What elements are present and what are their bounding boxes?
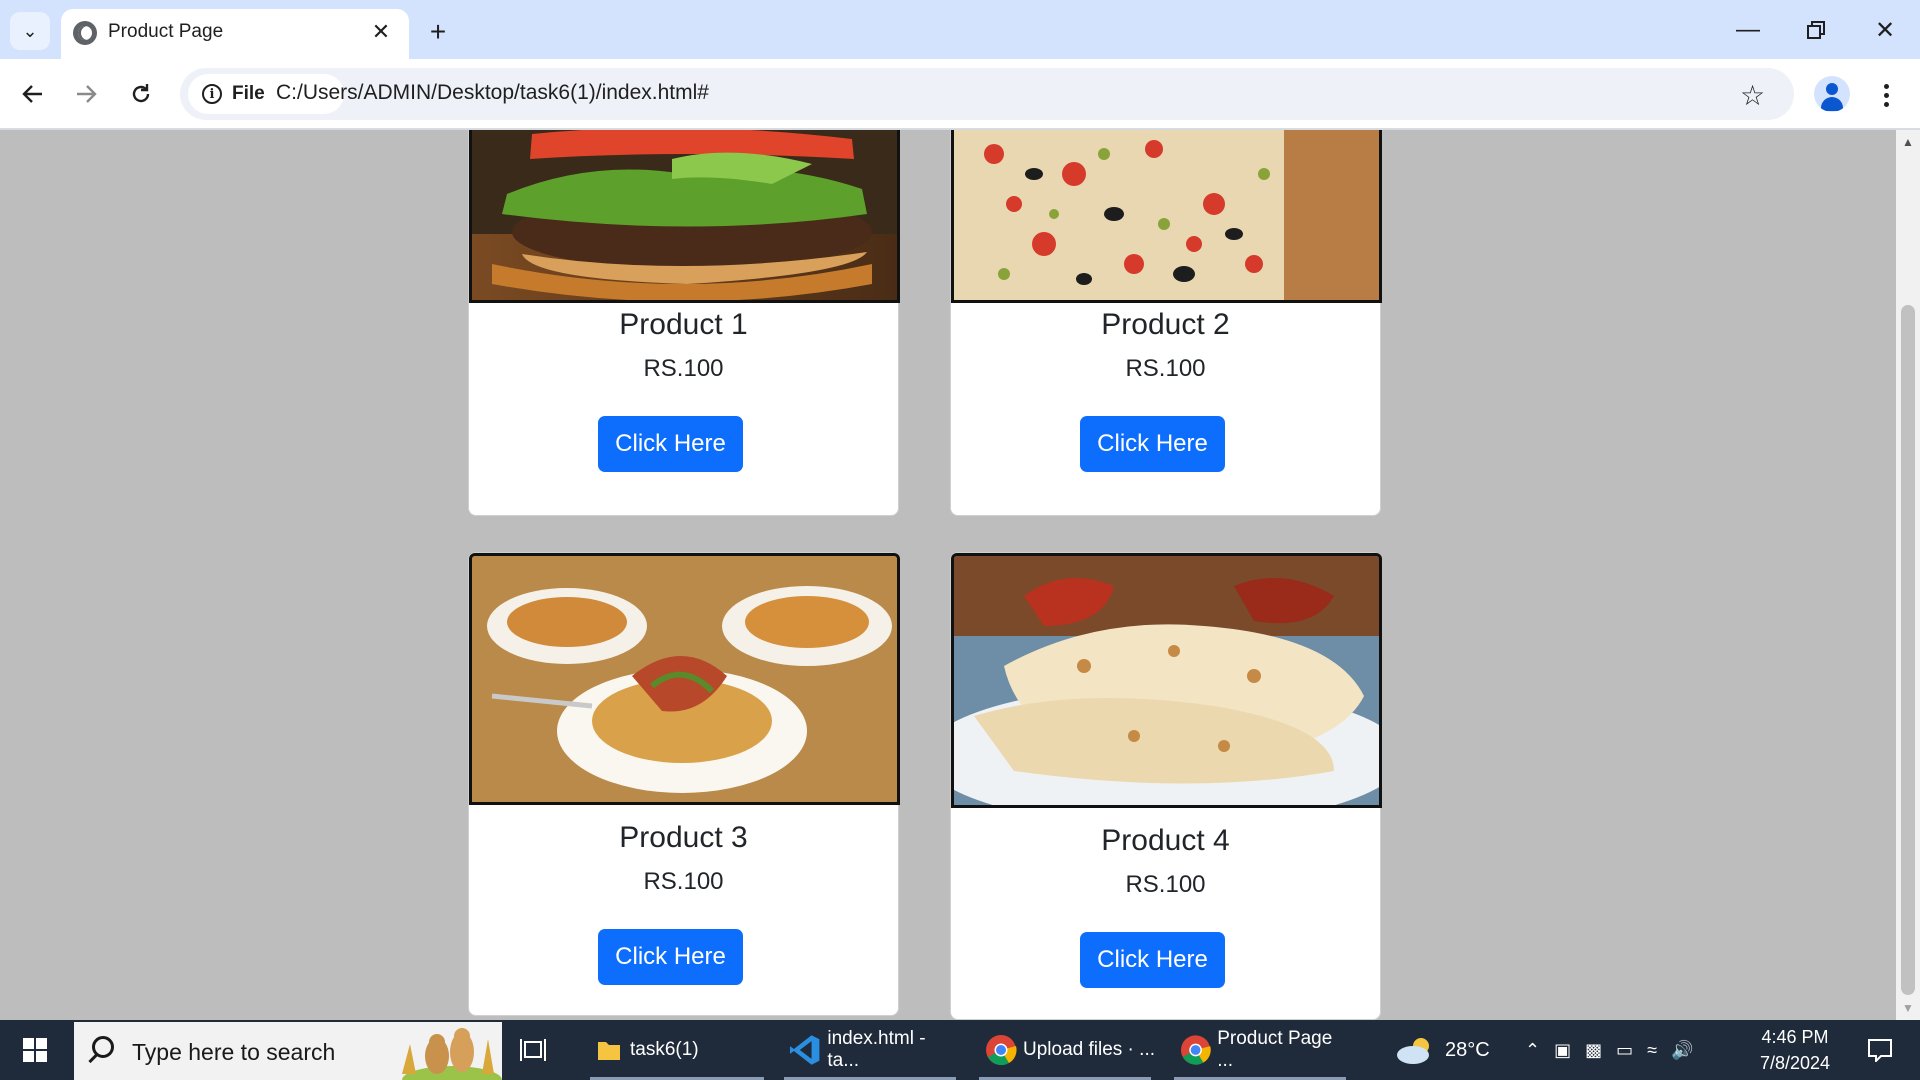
product-title: Product 2 (1101, 308, 1230, 341)
chrome-icon (1180, 1035, 1211, 1065)
product-card-2: Product 2 RS.100 Click Here (950, 130, 1382, 516)
chevron-up-icon[interactable]: ⌃ (1525, 1040, 1540, 1061)
back-button[interactable] (15, 76, 51, 112)
close-tab-icon[interactable]: ✕ (368, 19, 394, 45)
tab-product-page[interactable]: Product Page ✕ (61, 9, 409, 59)
new-tab-button[interactable]: + (420, 14, 456, 50)
task-view-icon (520, 1039, 546, 1061)
taskbar-item-chrome-product[interactable]: Product Page ... (1170, 1020, 1350, 1080)
info-icon: i (202, 84, 222, 104)
naan-image (951, 553, 1382, 808)
page-viewport: Product 1 RS.100 Click Here Product 2 RS… (0, 130, 1920, 1020)
taskbar-item-label: index.html - ta... (827, 1028, 926, 1071)
taskbar-item-label: task6(1) (630, 1039, 699, 1060)
reload-icon (132, 84, 150, 103)
display-icon[interactable]: ▩ (1585, 1040, 1602, 1061)
windows-logo-icon (23, 1038, 47, 1062)
weather-temperature: 28°C (1445, 1038, 1490, 1061)
folder-icon (598, 1042, 620, 1060)
reload-button[interactable] (123, 76, 159, 112)
click-here-button[interactable]: Click Here (598, 416, 743, 472)
tab-title: Product Page (108, 21, 224, 42)
person-icon (1826, 83, 1838, 95)
address-bar[interactable]: i File C:/Users/ADMIN/Desktop/task6(1)/i… (180, 68, 1794, 120)
back-arrow-icon (22, 85, 42, 103)
product-title: Product 4 (1101, 824, 1230, 857)
windows-taskbar: Type here to search task6(1) index.html … (0, 1020, 1920, 1080)
product-title: Product 1 (619, 308, 748, 341)
browser-menu-button[interactable] (1874, 75, 1898, 115)
vscode-icon (789, 1035, 820, 1065)
browser-toolbar: i File C:/Users/ADMIN/Desktop/task6(1)/i… (0, 59, 1920, 129)
profile-avatar[interactable] (1814, 76, 1850, 112)
product-title: Product 3 (619, 821, 748, 854)
taskbar-item-vscode[interactable]: index.html - ta... (780, 1020, 960, 1080)
wifi-icon[interactable]: ≈ (1647, 1040, 1657, 1061)
chrome-icon (986, 1035, 1017, 1066)
close-window-button[interactable]: ✕ (1855, 10, 1915, 50)
click-here-button[interactable]: Click Here (1080, 416, 1225, 472)
click-here-button[interactable]: Click Here (1080, 932, 1225, 988)
restore-icon (1807, 21, 1825, 39)
globe-icon (73, 21, 97, 45)
burger-image (469, 130, 900, 303)
forward-arrow-icon (77, 85, 97, 103)
chaat-image (469, 553, 900, 805)
pizza-image (951, 130, 1382, 303)
product-card-3: Product 3 RS.100 Click Here (468, 552, 900, 1016)
page-scrollbar[interactable]: ▲ ▼ (1896, 130, 1920, 1020)
battery-icon[interactable]: ▭ (1616, 1040, 1633, 1061)
search-icon (92, 1036, 114, 1058)
taskbar-item-chrome-upload[interactable]: Upload files · ... (975, 1020, 1155, 1080)
search-highlight-illustration-icon (402, 1028, 502, 1080)
taskbar-item-explorer[interactable]: task6(1) (586, 1020, 768, 1080)
scroll-thumb[interactable] (1901, 305, 1915, 995)
weather-widget[interactable]: 28°C (1395, 1020, 1490, 1080)
meet-now-icon[interactable]: ▣ (1554, 1040, 1571, 1061)
system-tray: ⌃ ▣ ▩ ▭ ≈ 🔊 (1525, 1020, 1693, 1080)
tab-strip: ⌄ Product Page ✕ + — ✕ (0, 0, 1920, 59)
notification-icon (1868, 1039, 1892, 1062)
click-here-button[interactable]: Click Here (598, 929, 743, 985)
scroll-down-arrow-icon[interactable]: ▼ (1896, 996, 1920, 1020)
notifications-button[interactable] (1855, 1020, 1905, 1080)
taskbar-search[interactable]: Type here to search (74, 1022, 502, 1080)
tab-search-button[interactable]: ⌄ (10, 12, 50, 50)
product-price: RS.100 (1125, 871, 1206, 898)
volume-icon[interactable]: 🔊 (1671, 1040, 1693, 1061)
clock-time: 4:46 PM (1761, 1027, 1829, 1047)
clock-date: 7/8/2024 (1759, 1053, 1831, 1073)
restore-button[interactable] (1786, 10, 1846, 50)
site-info-label: File (232, 83, 265, 104)
forward-button[interactable] (68, 76, 104, 112)
search-placeholder: Type here to search (132, 1039, 336, 1065)
start-button[interactable] (0, 1020, 70, 1080)
taskbar-item-label: Upload files · ... (1023, 1039, 1155, 1060)
bookmark-star-icon[interactable]: ☆ (1740, 79, 1765, 112)
product-price: RS.100 (643, 868, 724, 895)
clock[interactable]: 4:46 PM 7/8/2024 (1740, 1020, 1850, 1080)
minimize-button[interactable]: — (1718, 10, 1778, 50)
task-view-button[interactable] (520, 1020, 560, 1080)
product-card-1: Product 1 RS.100 Click Here (468, 130, 900, 516)
chevron-down-icon: ⌄ (22, 20, 38, 41)
product-card-4: Product 4 RS.100 Click Here (950, 552, 1382, 1020)
product-price: RS.100 (1125, 355, 1206, 382)
weather-cloud-icon (1397, 1038, 1429, 1064)
scroll-up-arrow-icon[interactable]: ▲ (1896, 130, 1920, 154)
product-price: RS.100 (643, 355, 724, 382)
taskbar-item-label: Product Page ... (1217, 1028, 1333, 1071)
url-text[interactable]: C:/Users/ADMIN/Desktop/task6(1)/index.ht… (276, 81, 709, 105)
